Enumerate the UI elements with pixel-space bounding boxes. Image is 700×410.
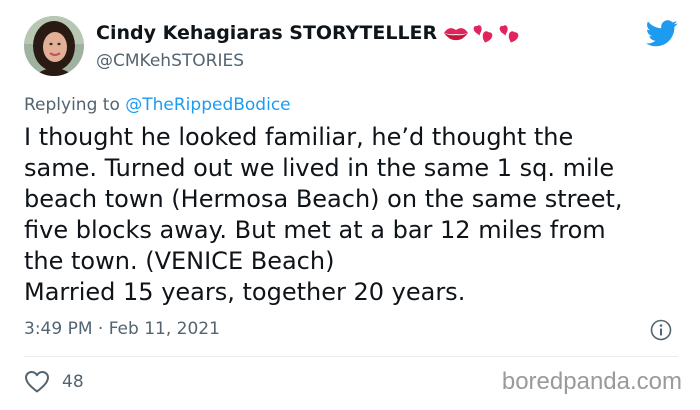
watermark: boredpanda.com [501, 368, 682, 395]
avatar[interactable] [24, 16, 84, 76]
twitter-bird-icon[interactable] [646, 20, 678, 47]
tweet-timestamp[interactable]: 3:49 PM · Feb 11, 2021 [24, 319, 220, 339]
info-icon[interactable] [650, 319, 672, 341]
user-handle[interactable]: @CMKehSTORIES [96, 51, 244, 71]
two-hearts-icon [473, 25, 493, 43]
name-emoji-group [443, 22, 523, 44]
heart-icon[interactable] [24, 370, 50, 394]
tweet-text-line: I thought he looked familiar, he’d thoug… [24, 123, 574, 151]
like-count: 48 [62, 372, 84, 392]
tweet-text-line: the town. (VENICE Beach) [24, 247, 335, 275]
tweet-text-line: same. Turned out we lived in the same 1 … [24, 154, 615, 182]
tweet-card: Cindy Kehagiaras STORYTELLER @CMKehSTORI… [0, 0, 700, 410]
display-name-row: Cindy Kehagiaras STORYTELLER [96, 20, 523, 46]
tweet-text: I thought he looked familiar, he’d thoug… [24, 122, 684, 308]
reply-context: Replying to @TheRippedBodice [24, 95, 291, 115]
tweet-text-line: beach town (Hermosa Beach) on the same s… [24, 185, 623, 213]
display-name[interactable]: Cindy Kehagiaras STORYTELLER [96, 22, 437, 44]
reply-prefix: Replying to [24, 95, 120, 115]
two-hearts-icon [499, 25, 519, 43]
tweet-text-line: five blocks away. But met at a bar 12 mi… [24, 216, 606, 244]
reply-to-link[interactable]: @TheRippedBodice [125, 95, 290, 115]
kiss-mark-icon [444, 28, 469, 41]
divider [24, 356, 678, 357]
tweet-text-line: Married 15 years, together 20 years. [24, 278, 466, 306]
